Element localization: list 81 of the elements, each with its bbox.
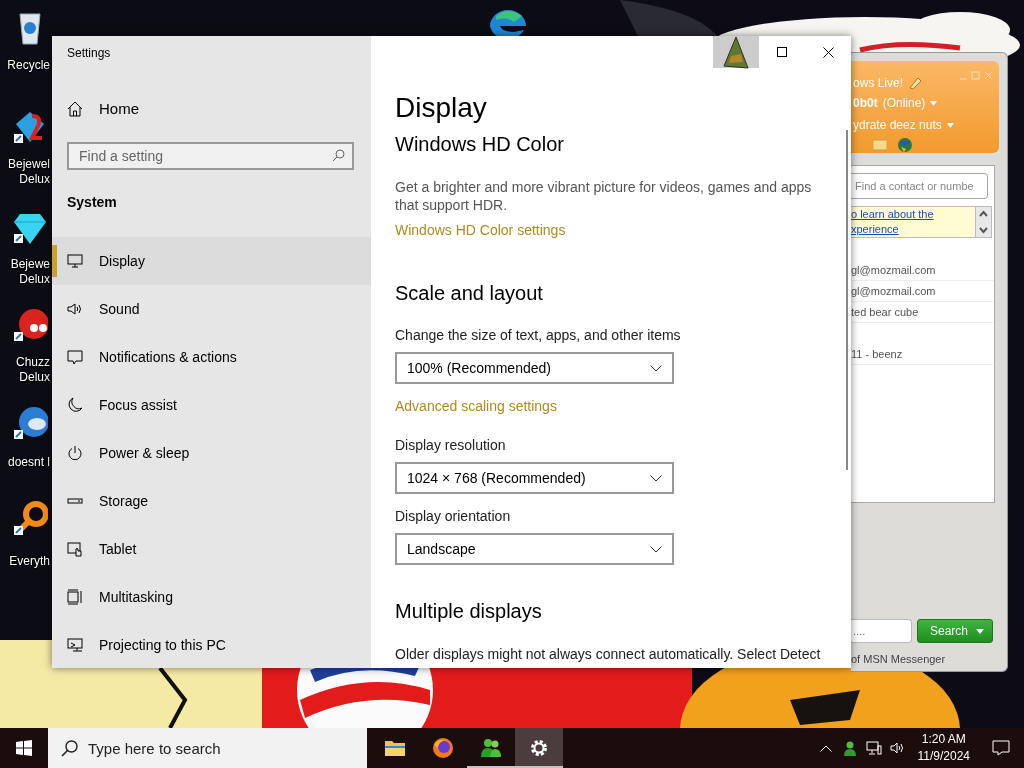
section-heading: Multiple displays — [395, 599, 542, 624]
chevron-up-icon[interactable] — [819, 744, 832, 752]
web-search-field[interactable]: .... — [851, 619, 912, 643]
section-heading: Scale and layout — [395, 281, 543, 306]
chevron-icon — [650, 474, 662, 482]
nav-item[interactable]: Storage — [52, 477, 371, 525]
monitor-icon — [67, 253, 83, 269]
section-heading: System — [67, 193, 117, 212]
dropdown[interactable]: Landscape — [395, 533, 674, 565]
home-link[interactable]: Home — [67, 99, 139, 119]
info-link[interactable]: o learn about the — [851, 207, 934, 222]
taskbar-app[interactable] — [515, 728, 563, 768]
nav-item[interactable]: Projecting to this PC — [52, 621, 371, 668]
volume-icon[interactable] — [889, 741, 906, 755]
icon-label[interactable]: doesnt l — [7, 455, 50, 470]
globe-icon[interactable] — [897, 137, 913, 153]
scroll-up-icon[interactable] — [976, 207, 991, 222]
multitask-icon — [67, 589, 83, 605]
nav-item[interactable]: Notifications & actions — [52, 333, 371, 381]
page-title: Display — [395, 91, 487, 125]
power-icon — [67, 445, 83, 461]
caret-icon — [930, 100, 938, 106]
hat-icon — [723, 36, 749, 70]
clock[interactable]: 1:20 AM 11/9/2024 — [909, 731, 978, 765]
bird-icon[interactable] — [12, 404, 48, 442]
description-text: Get a brighter and more vibrant picture for videos, games and apps that support HDR. — [395, 178, 813, 214]
magnifier-icon[interactable] — [12, 500, 48, 538]
notification-icon[interactable] — [992, 740, 1010, 756]
firefox-icon — [432, 737, 454, 759]
section-heading: Windows HD Color — [395, 132, 564, 157]
icon-label[interactable]: Recycle — [7, 58, 50, 73]
taskbar-search-field[interactable]: Type here to search — [48, 728, 367, 768]
network-icon[interactable] — [865, 741, 882, 755]
people-icon — [480, 737, 502, 759]
scroll-down-icon[interactable] — [976, 222, 991, 237]
field-label: Change the size of text, apps, and other items — [395, 326, 681, 345]
nav-item[interactable]: Tablet — [52, 525, 371, 573]
icon-label[interactable]: Everyth — [9, 554, 50, 569]
clock-time: 1:20 AM — [921, 731, 966, 748]
home-icon — [67, 101, 83, 117]
projector-icon — [67, 637, 83, 653]
nav-item[interactable]: Display — [52, 237, 371, 285]
field-label: Display orientation — [395, 507, 511, 526]
search-field[interactable]: Find a setting — [67, 142, 354, 170]
tablet-icon — [67, 541, 83, 557]
icon-label[interactable]: Bejewel Delux — [7, 157, 50, 187]
icon-label[interactable]: Chuzz Delux — [16, 355, 50, 385]
moon-icon — [67, 397, 83, 413]
icon-label[interactable]: Bejewe Delux — [10, 257, 50, 287]
clock-date: 11/9/2024 — [917, 748, 970, 765]
dropdown[interactable]: 1024 × 768 (Recommended) — [395, 462, 674, 494]
description-text: Older displays might not always connect automatically. Select Detect — [395, 645, 821, 663]
windows-logo-icon — [16, 740, 32, 756]
pen-icon — [908, 76, 923, 90]
search-icon — [332, 149, 345, 162]
nav-item[interactable]: Multitasking — [52, 573, 371, 621]
user-name: 0b0t — [853, 95, 878, 112]
caret-icon — [946, 122, 954, 128]
info-link[interactable]: xperience — [851, 222, 934, 237]
chevron-icon — [650, 364, 662, 372]
speaker-icon — [67, 301, 83, 317]
caret-icon — [976, 628, 985, 634]
chevron-icon — [650, 545, 662, 553]
nav-item[interactable]: Power & sleep — [52, 429, 371, 477]
close-icon — [822, 46, 834, 58]
dropdown[interactable]: 100% (Recommended) — [395, 352, 674, 384]
nav-item[interactable]: Focus assist — [52, 381, 371, 429]
gear-icon — [528, 737, 550, 759]
nav-item[interactable]: Sound — [52, 285, 371, 333]
search-icon — [61, 740, 78, 757]
window-title: ows Live! — [853, 75, 904, 92]
minimize-button[interactable] — [713, 36, 759, 68]
scrollbar[interactable] — [846, 130, 848, 470]
window-title: Settings — [67, 46, 111, 60]
message-icon — [67, 349, 83, 365]
contact-search-field[interactable]: Find a contact or numbe — [851, 173, 988, 199]
footer-text: of MSN Messenger — [851, 652, 947, 667]
field-label: Display resolution — [395, 436, 506, 455]
creature-icon[interactable] — [12, 306, 48, 344]
maximize-icon — [777, 47, 787, 57]
people-icon[interactable] — [841, 740, 858, 756]
